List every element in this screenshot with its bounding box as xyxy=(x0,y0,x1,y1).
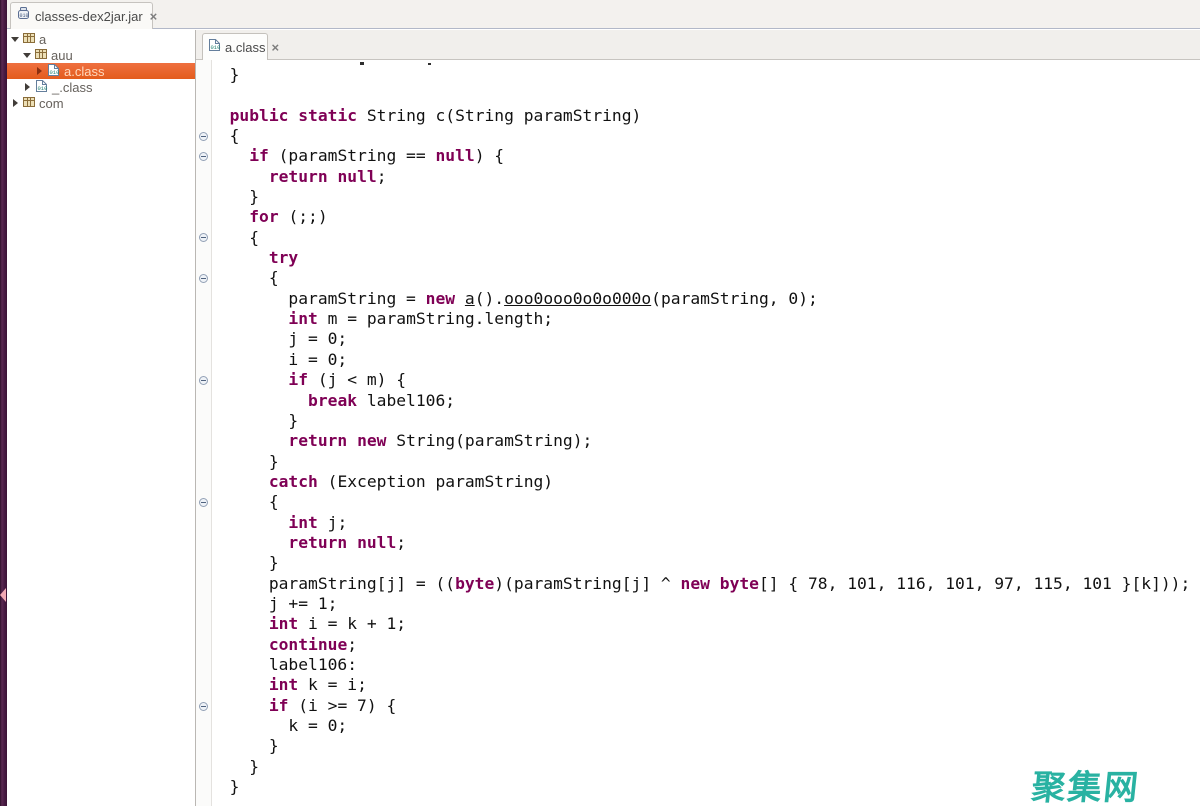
code-line: int i = k + 1; xyxy=(210,614,1200,634)
code-line: int j; xyxy=(210,513,1200,533)
code-line: } xyxy=(210,187,1200,207)
tree-item-label: a.class xyxy=(64,64,104,79)
tree-item-label: com xyxy=(39,96,64,111)
package-icon xyxy=(35,48,47,63)
jar-icon: 010 xyxy=(17,7,30,25)
tree-item-a-class[interactable]: 010 a.class xyxy=(7,63,195,79)
tree-item-label: auu xyxy=(51,48,73,63)
class-icon: 010 xyxy=(208,38,221,57)
code-line: { xyxy=(210,268,1200,288)
tree-item-label: _.class xyxy=(52,80,92,95)
code-line: k = 0; xyxy=(210,716,1200,736)
code-line: paramString[j] = ((byte)(paramString[j] … xyxy=(210,574,1200,594)
code-line xyxy=(210,85,1200,105)
code-line: } xyxy=(210,736,1200,756)
svg-text:010: 010 xyxy=(211,44,221,51)
class-icon: 010 xyxy=(35,79,48,96)
code-line: if (paramString == null) { xyxy=(210,146,1200,166)
code-line: } xyxy=(210,65,1200,85)
svg-text:010: 010 xyxy=(20,13,29,19)
code-line: i = 0; xyxy=(210,350,1200,370)
tab-classes-dex2jar-jar[interactable]: 010 classes-dex2jar.jar × xyxy=(10,2,153,29)
code-line: { xyxy=(210,126,1200,146)
code-line: j += 1; xyxy=(210,594,1200,614)
code-line: return null; xyxy=(210,167,1200,187)
chevron-expanded-icon[interactable] xyxy=(23,51,31,59)
code-line: break label106; xyxy=(210,391,1200,411)
editor-tab-label: a.class xyxy=(225,40,265,55)
class-icon: 010 xyxy=(47,63,60,80)
panel-collapse-handle[interactable] xyxy=(0,588,6,602)
tree-item-a[interactable]: a xyxy=(7,31,195,47)
jar-tab-bar: 010 classes-dex2jar.jar × xyxy=(7,0,1200,29)
code-line: { xyxy=(210,492,1200,512)
code-line: } xyxy=(210,411,1200,431)
editor-tab-bar: 010 a.class × xyxy=(196,30,1200,60)
code-line: } xyxy=(210,452,1200,472)
chevron-collapsed-icon[interactable] xyxy=(35,67,43,75)
tree-item-com[interactable]: com xyxy=(7,95,195,111)
package-tree: aauu 010 a.class 010 _.classcom xyxy=(7,30,196,806)
jar-tab-label: classes-dex2jar.jar xyxy=(35,9,143,24)
clipped-line-fragment xyxy=(360,62,364,65)
code-line: label106: xyxy=(210,655,1200,675)
chevron-collapsed-icon[interactable] xyxy=(11,99,19,107)
code-line: for (;;) xyxy=(210,207,1200,227)
svg-text:010: 010 xyxy=(50,69,60,76)
watermark-logo: 聚集网 xyxy=(1029,760,1142,809)
code-line: int m = paramString.length; xyxy=(210,309,1200,329)
code-line: if (i >= 7) { xyxy=(210,696,1200,716)
tab-a-class[interactable]: 010 a.class × xyxy=(202,33,268,60)
code-line: j = 0; xyxy=(210,329,1200,349)
package-icon xyxy=(23,32,35,47)
code-line: } xyxy=(210,553,1200,573)
code-line: if (j < m) { xyxy=(210,370,1200,390)
code-line: paramString = new a().ooo0ooo0o0o000o(pa… xyxy=(210,289,1200,309)
code-line: public static String c(String paramStrin… xyxy=(210,106,1200,126)
clipped-line-fragment xyxy=(428,63,431,65)
close-icon[interactable]: × xyxy=(150,10,158,23)
window-edge-strip xyxy=(0,0,7,806)
package-icon xyxy=(23,96,35,111)
tree-item-label: a xyxy=(39,32,46,47)
close-icon[interactable]: × xyxy=(271,41,279,54)
code-line: try xyxy=(210,248,1200,268)
code-line: int k = i; xyxy=(210,675,1200,695)
code-line: return new String(paramString); xyxy=(210,431,1200,451)
code-line: return null; xyxy=(210,533,1200,553)
svg-text:010: 010 xyxy=(38,85,48,92)
code-line: catch (Exception paramString) xyxy=(210,472,1200,492)
tree-item-auu[interactable]: auu xyxy=(7,47,195,63)
code-editor[interactable]: } public static String c(String paramStr… xyxy=(196,60,1200,806)
chevron-expanded-icon[interactable] xyxy=(11,35,19,43)
code-line: { xyxy=(210,228,1200,248)
source-code: } public static String c(String paramStr… xyxy=(196,60,1200,797)
chevron-collapsed-icon[interactable] xyxy=(23,83,31,91)
tree-item--class[interactable]: 010 _.class xyxy=(7,79,195,95)
code-line: continue; xyxy=(210,635,1200,655)
